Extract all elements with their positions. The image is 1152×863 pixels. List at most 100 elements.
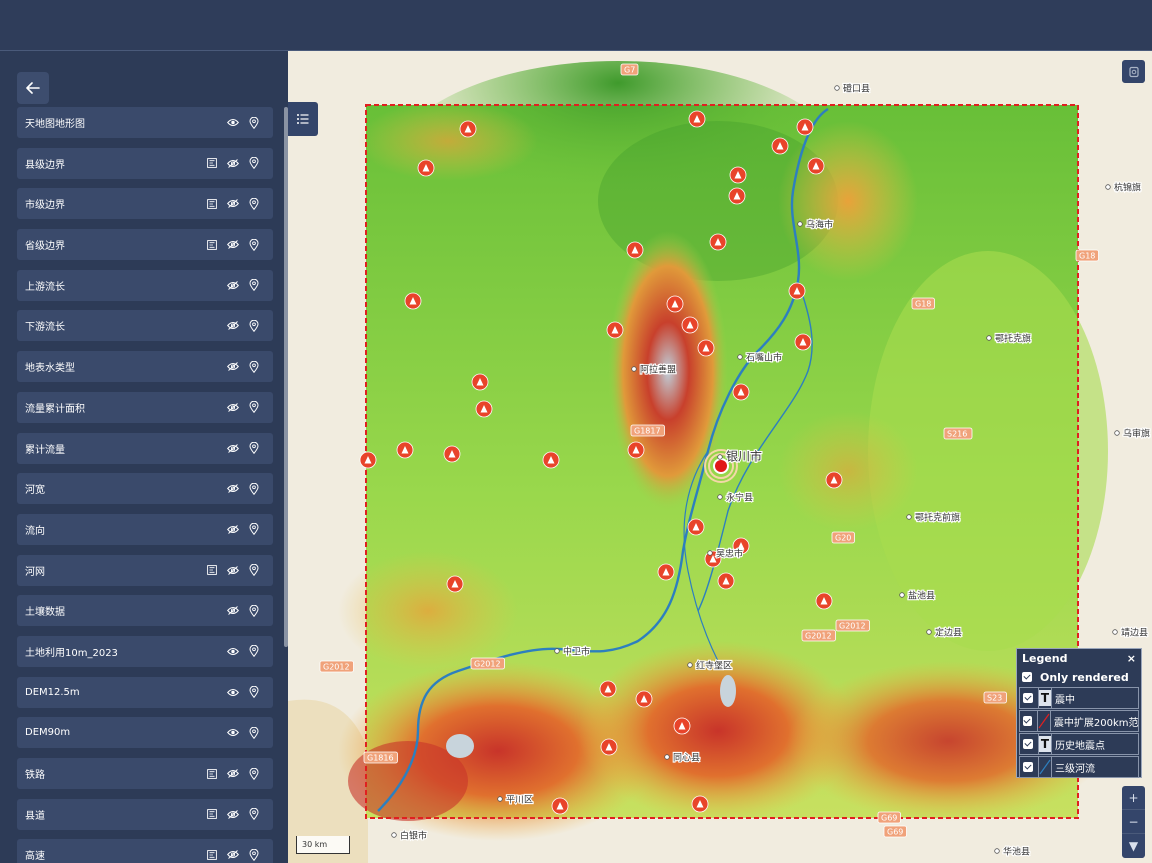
layer-item[interactable]: 上游流长: [17, 269, 273, 301]
location-icon[interactable]: [247, 400, 261, 414]
layer-item[interactable]: DEM90m: [17, 717, 273, 749]
historical-earthquake-marker[interactable]: [717, 572, 735, 590]
location-icon[interactable]: [247, 522, 261, 536]
historical-earthquake-marker[interactable]: [796, 118, 814, 136]
historical-earthquake-marker[interactable]: [825, 471, 843, 489]
historical-earthquake-marker[interactable]: [475, 400, 493, 418]
layer-item[interactable]: 土壤数据: [17, 595, 273, 627]
legend-icon[interactable]: [205, 238, 219, 252]
eye-off-icon[interactable]: [226, 767, 240, 781]
layer-item[interactable]: 铁路: [17, 758, 273, 789]
location-icon[interactable]: [247, 238, 261, 252]
location-icon[interactable]: [247, 767, 261, 781]
map-tool-button[interactable]: [1122, 60, 1145, 83]
historical-earthquake-marker[interactable]: [471, 373, 489, 391]
eye-icon[interactable]: [226, 726, 240, 740]
historical-earthquake-marker[interactable]: [359, 451, 377, 469]
location-icon[interactable]: [247, 278, 261, 292]
historical-earthquake-marker[interactable]: [446, 575, 464, 593]
location-icon[interactable]: [247, 726, 261, 740]
eye-off-icon[interactable]: [226, 522, 240, 536]
layer-item[interactable]: 河网: [17, 554, 273, 586]
layer-item[interactable]: 下游流长: [17, 310, 273, 342]
checkbox[interactable]: [1023, 762, 1033, 772]
eye-off-icon[interactable]: [226, 807, 240, 821]
legend-item[interactable]: T 历史地震点: [1019, 733, 1139, 755]
layer-item[interactable]: 土地利用10m_2023: [17, 635, 273, 667]
eye-off-icon[interactable]: [226, 848, 240, 862]
historical-earthquake-marker[interactable]: [673, 717, 691, 735]
historical-earthquake-marker[interactable]: [404, 292, 422, 310]
layer-item[interactable]: 流向: [17, 513, 273, 545]
legend-icon[interactable]: [205, 563, 219, 577]
historical-earthquake-marker[interactable]: [657, 563, 675, 581]
layer-item[interactable]: 省级边界: [17, 229, 273, 261]
location-icon[interactable]: [247, 685, 261, 699]
location-icon[interactable]: [247, 116, 261, 130]
eye-icon[interactable]: [226, 116, 240, 130]
eye-off-icon[interactable]: [226, 441, 240, 455]
legend-icon[interactable]: [205, 767, 219, 781]
location-icon[interactable]: [247, 360, 261, 374]
eye-off-icon[interactable]: [226, 360, 240, 374]
checkbox[interactable]: [1022, 672, 1032, 682]
legend-item[interactable]: 三级河流: [1019, 756, 1139, 778]
location-icon[interactable]: [247, 848, 261, 862]
location-icon[interactable]: [247, 807, 261, 821]
historical-earthquake-marker[interactable]: [732, 383, 750, 401]
historical-earthquake-marker[interactable]: [551, 797, 569, 815]
historical-earthquake-marker[interactable]: [807, 157, 825, 175]
historical-earthquake-marker[interactable]: [709, 233, 727, 251]
legend-icon[interactable]: [205, 848, 219, 862]
checkbox[interactable]: [1023, 739, 1033, 749]
historical-earthquake-marker[interactable]: [600, 738, 618, 756]
scroll-down-button[interactable]: ▼: [1122, 834, 1145, 858]
legend-close-button[interactable]: ×: [1127, 652, 1136, 665]
historical-earthquake-marker[interactable]: [626, 241, 644, 259]
historical-earthquake-marker[interactable]: [666, 295, 684, 313]
eye-off-icon[interactable]: [226, 197, 240, 211]
historical-earthquake-marker[interactable]: [687, 518, 705, 536]
historical-earthquake-marker[interactable]: [697, 339, 715, 357]
historical-earthquake-marker[interactable]: [417, 159, 435, 177]
location-icon[interactable]: [247, 604, 261, 618]
historical-earthquake-marker[interactable]: [396, 441, 414, 459]
historical-earthquake-marker[interactable]: [771, 137, 789, 155]
checkbox[interactable]: [1023, 693, 1033, 703]
historical-earthquake-marker[interactable]: [635, 690, 653, 708]
eye-icon[interactable]: [226, 685, 240, 699]
location-icon[interactable]: [247, 644, 261, 658]
eye-off-icon[interactable]: [226, 604, 240, 618]
layer-item[interactable]: 县级边界: [17, 147, 273, 179]
historical-earthquake-marker[interactable]: [728, 187, 746, 205]
historical-earthquake-marker[interactable]: [691, 795, 709, 813]
layer-item[interactable]: 县道: [17, 798, 273, 830]
historical-earthquake-marker[interactable]: [815, 592, 833, 610]
location-icon[interactable]: [247, 156, 261, 170]
layer-item[interactable]: 地表水类型: [17, 351, 273, 383]
eye-off-icon[interactable]: [226, 319, 240, 333]
location-icon[interactable]: [247, 197, 261, 211]
location-icon[interactable]: [247, 319, 261, 333]
historical-earthquake-marker[interactable]: [542, 451, 560, 469]
eye-off-icon[interactable]: [226, 156, 240, 170]
legend-icon[interactable]: [205, 197, 219, 211]
layer-item[interactable]: 累计流量: [17, 432, 273, 464]
eye-icon[interactable]: [226, 644, 240, 658]
only-rendered-toggle[interactable]: Only rendered: [1017, 667, 1141, 687]
layer-item[interactable]: 市级边界: [17, 188, 273, 220]
legend-icon[interactable]: [205, 156, 219, 170]
legend-item[interactable]: T 震中: [1019, 687, 1139, 709]
eye-off-icon[interactable]: [226, 238, 240, 252]
legend-icon[interactable]: [205, 807, 219, 821]
layer-list-toggle-button[interactable]: [288, 102, 318, 136]
zoom-in-button[interactable]: +: [1122, 786, 1145, 810]
eye-off-icon[interactable]: [226, 563, 240, 577]
checkbox[interactable]: [1023, 716, 1032, 726]
location-icon[interactable]: [247, 482, 261, 496]
historical-earthquake-marker[interactable]: [688, 110, 706, 128]
layer-item[interactable]: 河宽: [17, 473, 273, 505]
zoom-out-button[interactable]: −: [1122, 810, 1145, 834]
layer-item[interactable]: 流量累计面积: [17, 391, 273, 423]
eye-off-icon[interactable]: [226, 482, 240, 496]
